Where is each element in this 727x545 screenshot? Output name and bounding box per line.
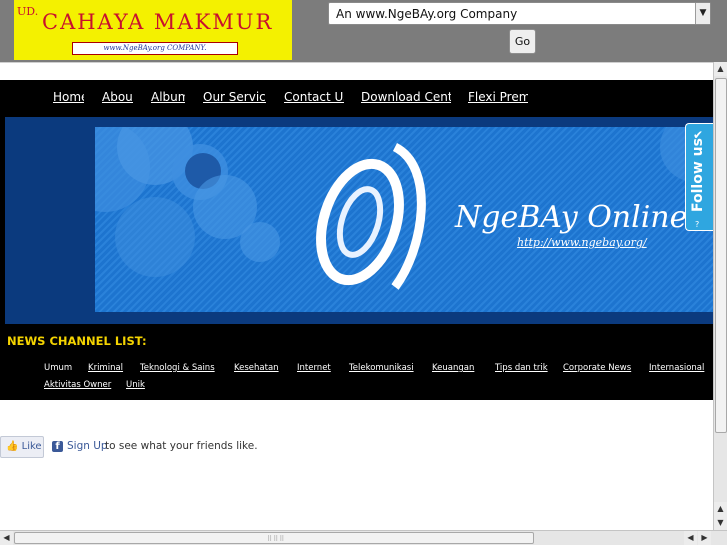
nav-item-album[interactable]: Album: [151, 90, 185, 104]
banner-url-link[interactable]: http://www.ngebay.org/: [517, 236, 647, 249]
news-item-kriminal[interactable]: Kriminal: [88, 363, 123, 373]
nav-item-contact-us[interactable]: Contact Us: [284, 90, 344, 104]
facebook-signup-link[interactable]: Sign Up: [67, 440, 108, 452]
site-header: Home About Album Our Service Contact Us …: [0, 80, 713, 400]
vertical-scrollbar[interactable]: ▲ ▲ ▼: [713, 62, 727, 530]
company-logo[interactable]: UD. CAHAYA MAKMUR www.NgeBAy.org COMPANY…: [14, 0, 292, 60]
scroll-up-icon[interactable]: ▲: [714, 502, 727, 516]
page-content: Home About Album Our Service Contact Us …: [0, 62, 713, 530]
grip-icon: ⠿⠿⠿: [267, 535, 286, 543]
horizontal-scroll-thumb[interactable]: ⠿⠿⠿: [14, 532, 534, 544]
news-item-teknologi[interactable]: Teknologi & Sains: [140, 363, 215, 373]
nav-item-our-service[interactable]: Our Service: [203, 90, 266, 104]
follow-us-tab[interactable]: ✔ Follow us ?: [685, 123, 713, 231]
facebook-like-button[interactable]: 👍 Like: [0, 436, 44, 458]
scroll-right-icon[interactable]: ▶: [698, 531, 711, 545]
chevron-down-icon[interactable]: ▼: [695, 3, 710, 24]
company-select[interactable]: An www.NgeBAy.org Company ▼: [328, 2, 711, 25]
news-item-aktivitas[interactable]: Aktivitas Owner: [44, 380, 111, 390]
news-channel-title: NEWS CHANNEL LIST:: [7, 334, 147, 348]
go-button[interactable]: Go: [509, 29, 536, 54]
vertical-scroll-thumb[interactable]: [715, 78, 727, 433]
horizontal-scrollbar[interactable]: ◀ ⠿⠿⠿ ◀ ▶: [0, 530, 727, 545]
follow-us-label: Follow us: [690, 138, 706, 212]
news-item-kesehatan[interactable]: Kesehatan: [234, 363, 279, 373]
follow-help-icon[interactable]: ?: [695, 220, 699, 229]
logo-prefix: UD.: [17, 5, 39, 18]
company-select-value: An www.NgeBAy.org Company: [336, 7, 518, 21]
news-item-internasional[interactable]: Internasional: [649, 363, 704, 373]
top-header: UD. CAHAYA MAKMUR www.NgeBAy.org COMPANY…: [0, 0, 727, 62]
banner-frame: NgeBAy Online http://www.ngebay.org/: [5, 117, 713, 324]
banner-image[interactable]: NgeBAy Online http://www.ngebay.org/: [95, 127, 713, 312]
news-item-unik[interactable]: Unik: [126, 380, 145, 390]
nav-item-download-center[interactable]: Download Center: [361, 90, 451, 104]
news-item-umum: Umum: [44, 363, 73, 373]
scroll-left-icon[interactable]: ◀: [0, 531, 13, 545]
facebook-signup-text: to see what your friends like.: [105, 440, 258, 452]
nav-item-home[interactable]: Home: [53, 90, 84, 104]
news-item-telekomunikasi[interactable]: Telekomunikasi: [349, 363, 414, 373]
banner-brand: NgeBAy Online: [455, 200, 688, 235]
logo-tagline: www.NgeBAy.org COMPANY.: [72, 42, 238, 55]
scroll-up-icon[interactable]: ▲: [714, 62, 727, 76]
scroll-left-icon[interactable]: ◀: [684, 531, 697, 545]
news-item-keuangan[interactable]: Keuangan: [432, 363, 474, 373]
scroll-down-icon[interactable]: ▼: [714, 516, 727, 530]
news-item-corporate[interactable]: Corporate News: [563, 363, 631, 373]
facebook-icon: f: [52, 441, 63, 452]
facebook-like-label: Like: [21, 441, 42, 452]
nav-item-about[interactable]: About: [102, 90, 133, 104]
news-item-tips[interactable]: Tips dan trik: [495, 363, 548, 373]
thumbs-up-icon: 👍: [6, 441, 19, 452]
nav-item-flexi-premi[interactable]: Flexi Premi: [468, 90, 528, 104]
news-item-internet[interactable]: Internet: [297, 363, 331, 373]
logo-name: CAHAYA MAKMUR: [42, 10, 274, 34]
